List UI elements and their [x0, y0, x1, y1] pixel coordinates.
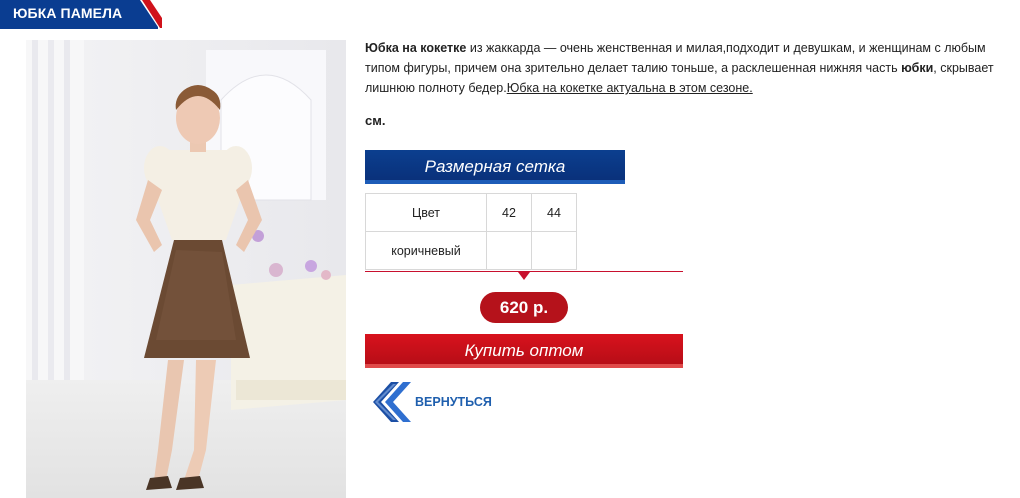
- size-table: Цвет 42 44 коричневый: [365, 193, 577, 270]
- size-table-header-row: Цвет 42 44: [365, 193, 577, 232]
- back-link[interactable]: ВЕРНУТЬСЯ: [365, 378, 505, 426]
- size-table-header-42: 42: [486, 193, 532, 232]
- separator-pointer-icon: [518, 272, 530, 280]
- product-title-tab: ЮБКА ПАМЕЛА: [0, 0, 162, 28]
- size-table-color-cell: коричневый: [365, 231, 487, 270]
- back-link-label: ВЕРНУТЬСЯ: [415, 395, 492, 409]
- size-table-header-color: Цвет: [365, 193, 487, 232]
- price-badge: 620 р.: [480, 292, 568, 323]
- product-title: ЮБКА ПАМЕЛА: [13, 5, 123, 21]
- description-link[interactable]: Юбка на кокетке актуальна в этом сезоне.: [507, 81, 753, 95]
- size-grid-title: Размерная сетка: [424, 157, 566, 176]
- title-underline: [0, 27, 158, 29]
- buy-wholesale-label: Купить оптом: [464, 341, 584, 360]
- buy-wholesale-button[interactable]: Купить оптом: [365, 334, 683, 368]
- back-arrow-icon: [365, 378, 411, 426]
- description-lead: Юбка на кокетке: [365, 41, 467, 55]
- size-table-header-44: 44: [531, 193, 577, 232]
- description-bold-2: юбки: [901, 61, 934, 75]
- size-unit-label: см.: [365, 113, 386, 128]
- size-table-row: коричневый: [365, 231, 577, 270]
- size-table-qty-44[interactable]: [531, 231, 577, 270]
- product-photo[interactable]: [26, 40, 346, 498]
- size-grid-header: Размерная сетка: [365, 150, 625, 184]
- size-table-qty-42[interactable]: [486, 231, 532, 270]
- product-description: Юбка на кокетке из жаккарда — очень женс…: [365, 38, 1015, 98]
